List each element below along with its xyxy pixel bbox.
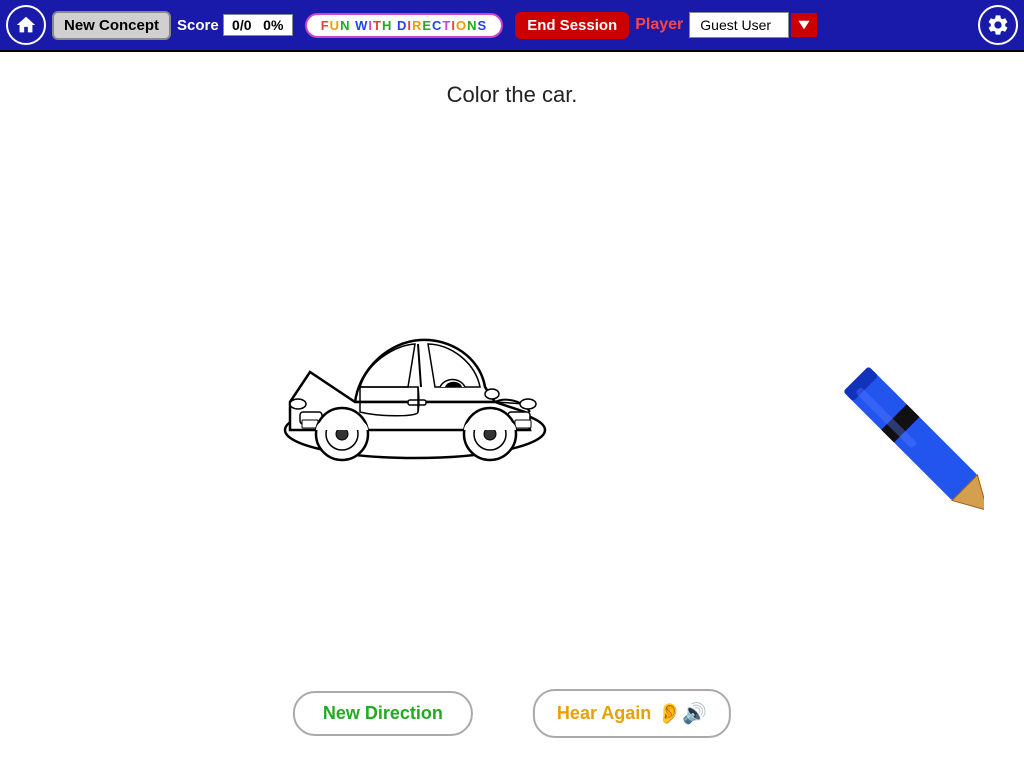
chevron-down-icon bbox=[797, 18, 811, 32]
home-icon bbox=[15, 14, 37, 36]
car-image[interactable] bbox=[260, 282, 570, 487]
hear-again-label: Hear Again bbox=[557, 703, 651, 724]
new-direction-button[interactable]: New Direction bbox=[293, 691, 473, 736]
user-dropdown: Guest User bbox=[689, 12, 817, 38]
crayon-image[interactable] bbox=[804, 317, 984, 522]
new-concept-button[interactable]: New Concept bbox=[52, 11, 171, 40]
crayon-svg bbox=[804, 317, 984, 517]
score-label: Score bbox=[177, 17, 219, 34]
score-percent: 0% bbox=[263, 17, 283, 33]
hear-again-button[interactable]: Hear Again 👂🔊 bbox=[533, 689, 731, 738]
app-title: FUN WITH DIRECTIONS bbox=[305, 13, 503, 38]
home-button[interactable] bbox=[6, 5, 46, 45]
car-svg bbox=[260, 282, 570, 482]
settings-button[interactable] bbox=[978, 5, 1018, 45]
gear-icon bbox=[986, 13, 1010, 37]
score-area: Score 0/0 0% bbox=[177, 14, 293, 36]
user-dropdown-button[interactable] bbox=[791, 13, 817, 37]
header-bar: New Concept Score 0/0 0% FUN WITH DIRECT… bbox=[0, 0, 1024, 52]
ear-icon: 👂🔊 bbox=[657, 701, 707, 726]
bottom-buttons: New Direction Hear Again 👂🔊 bbox=[293, 689, 731, 738]
end-session-button[interactable]: End Session bbox=[515, 12, 629, 39]
player-label: Player bbox=[635, 16, 683, 34]
instruction-text: Color the car. bbox=[447, 82, 578, 108]
main-content: Color the car. bbox=[0, 52, 1024, 768]
score-value: 0/0 bbox=[232, 17, 251, 33]
score-display: 0/0 0% bbox=[223, 14, 293, 36]
user-name-display: Guest User bbox=[689, 12, 789, 38]
